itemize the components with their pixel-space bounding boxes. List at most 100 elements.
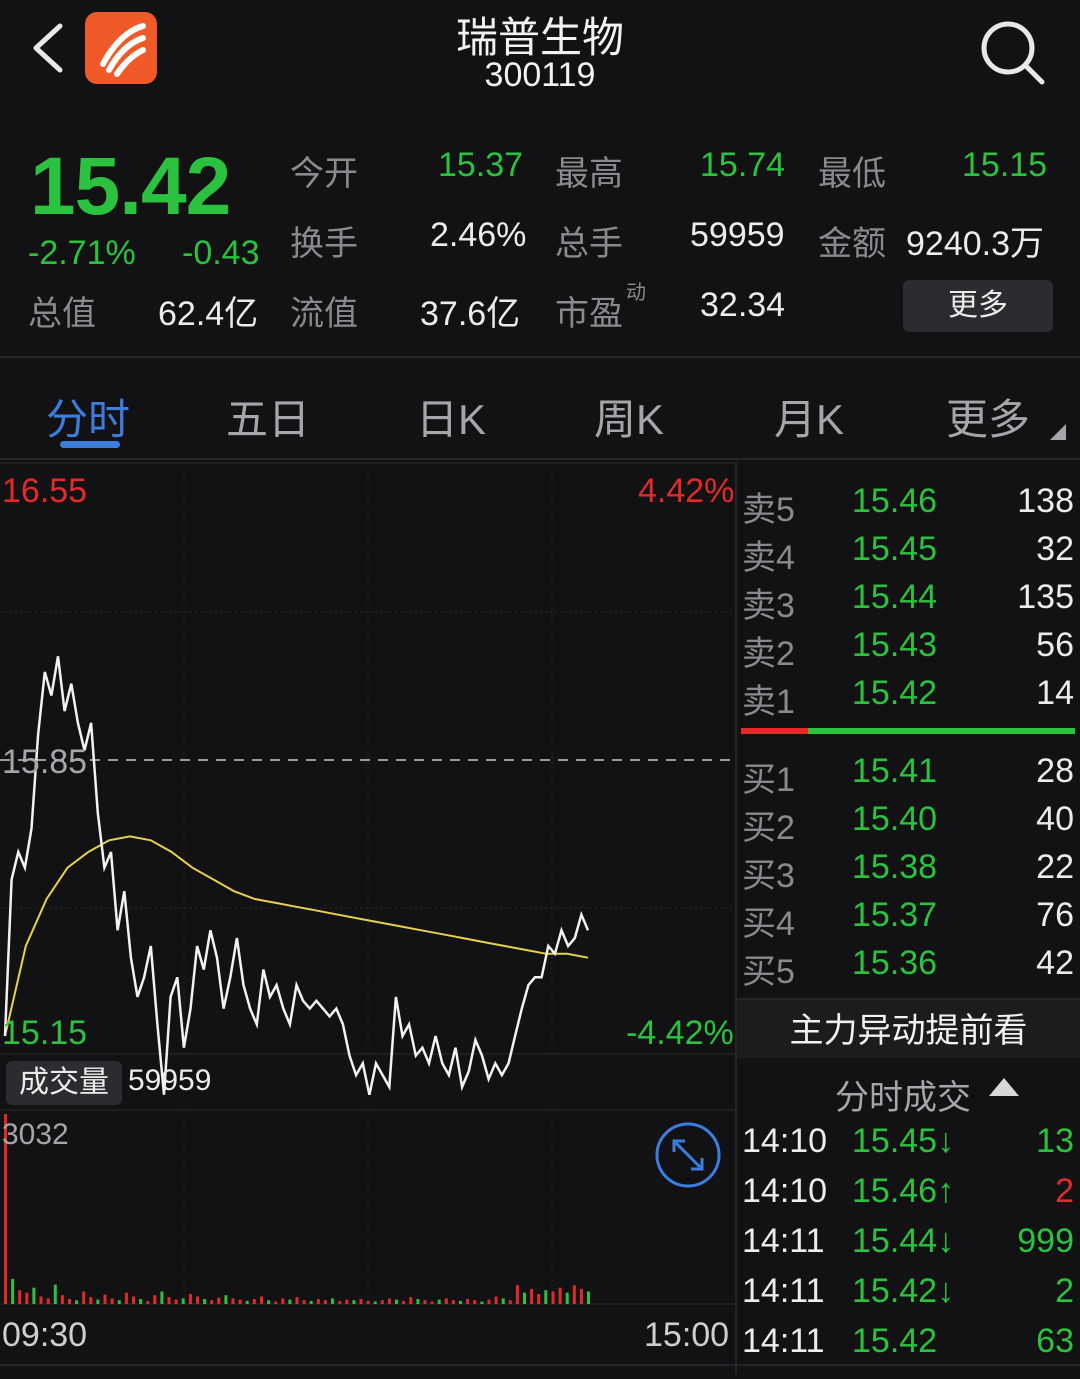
trades-header[interactable]: 分时成交 [737,1062,1080,1117]
volume-bar [459,1300,462,1304]
volume-bar [366,1300,370,1304]
stat-value: 15.37 [438,146,524,184]
trade-time: 14:11 [742,1322,825,1360]
volume-bar [103,1294,107,1304]
volume-bar [46,1298,50,1304]
y-axis-top: 16.55 [2,472,88,510]
volume-bar [274,1301,278,1304]
sell-label: 卖4 [742,539,795,577]
volume-bar [331,1298,334,1304]
volume-bar [537,1294,541,1304]
volume-bar [508,1300,512,1304]
tab-five-day[interactable]: 五日 [226,386,310,447]
sell-price[interactable]: 15.46 [852,482,937,521]
volume-bar [409,1297,413,1304]
stat-value: 9240.3万 [906,225,1044,263]
pct-axis-bottom: -4.42% [626,1014,734,1052]
corner-triangle-icon [1050,424,1066,440]
stat-value: 15.74 [700,146,786,184]
sell-volume: 56 [1036,626,1074,664]
trade-time: 14:10 [742,1172,828,1210]
volume-bar [267,1300,271,1304]
stat-label: 最低 [818,155,886,193]
change-percent: -2.71% [28,234,136,272]
intraday-chart[interactable] [0,462,735,1374]
volume-bar [323,1300,327,1304]
volume-bar [579,1289,583,1304]
sell-price[interactable]: 15.43 [852,626,937,665]
volume-bar [60,1295,64,1304]
volume-bars [4,1114,590,1304]
stat-label: 今开 [290,155,358,193]
buy-price[interactable]: 15.38 [852,848,937,887]
volume-bar [402,1300,406,1304]
buy-label: 买3 [742,857,795,895]
tab-monthly-k[interactable]: 月K [774,386,844,447]
volume-bar [224,1295,228,1304]
volume-bar [515,1285,519,1304]
volume-tag[interactable]: 成交量 [6,1061,122,1105]
more-stats-button[interactable]: 更多 [903,280,1053,332]
trade-price: 15.42↓ [852,1272,955,1310]
volume-bar [39,1296,43,1304]
volume-max: 3032 [2,1118,69,1151]
sell-price[interactable]: 15.44 [852,578,937,617]
volume-bar [132,1296,135,1304]
buy-price[interactable]: 15.40 [852,800,937,839]
trade-price: 15.45↓ [852,1122,955,1160]
chart-grid [0,462,735,1305]
price-line [3,656,590,1095]
volume-bar [551,1291,555,1304]
back-icon[interactable] [26,20,72,76]
stat-value: 15.15 [962,146,1048,184]
volume-bar [288,1299,292,1304]
buy-volume: 40 [1036,800,1074,838]
volume-bar [480,1301,484,1304]
search-icon[interactable] [978,18,1046,86]
volume-bar [587,1291,590,1304]
tab-more[interactable]: 更多 [946,386,1030,447]
app-logo-icon[interactable] [85,12,157,84]
volume-bar [352,1300,356,1304]
volume-bar [75,1300,79,1304]
divider [0,1364,1080,1366]
buy-label: 买1 [742,761,795,799]
buy-volume: 42 [1036,944,1074,982]
current-price: 15.42 [30,141,231,232]
trade-time: 14:10 [742,1122,828,1160]
volume-bar [260,1296,263,1304]
pct-axis-top: 4.42% [638,472,735,510]
volume-bar [217,1297,221,1304]
sell-price[interactable]: 15.42 [852,674,937,713]
buy-price[interactable]: 15.36 [852,944,937,983]
sell-volume: 32 [1036,530,1074,568]
expand-chart-icon[interactable] [655,1122,721,1188]
volume-bar [558,1287,562,1304]
volume-bar [373,1301,377,1304]
stat-label: 流值 [290,295,358,333]
tab-intraday[interactable]: 分时 [46,386,130,447]
buy-sell-ratio-bar [741,728,1075,734]
main-force-banner[interactable]: 主力异动提前看 [737,1000,1080,1058]
volume-bar [181,1298,185,1304]
trade-time: 14:11 [742,1222,825,1260]
sell-price[interactable]: 15.45 [852,530,937,569]
volume-bar [238,1299,242,1304]
buy-price[interactable]: 15.37 [852,896,937,935]
buy-volume: 22 [1036,848,1074,886]
volume-bar [174,1299,178,1304]
volume-bar [338,1300,342,1304]
buy-price[interactable]: 15.41 [852,752,937,791]
volume-bar [359,1299,363,1304]
change-amount: -0.43 [182,234,260,272]
volume-bar [302,1300,306,1304]
volume-label: 成交量 [19,1066,109,1099]
volume-bar [96,1299,100,1304]
divider [0,356,1080,358]
volume-bar [203,1299,207,1304]
volume-bar [466,1299,470,1304]
volume-bar [430,1301,434,1304]
sell-volume: 135 [1017,578,1074,616]
tab-weekly-k[interactable]: 周K [594,386,664,447]
tab-daily-k[interactable]: 日K [416,386,486,447]
